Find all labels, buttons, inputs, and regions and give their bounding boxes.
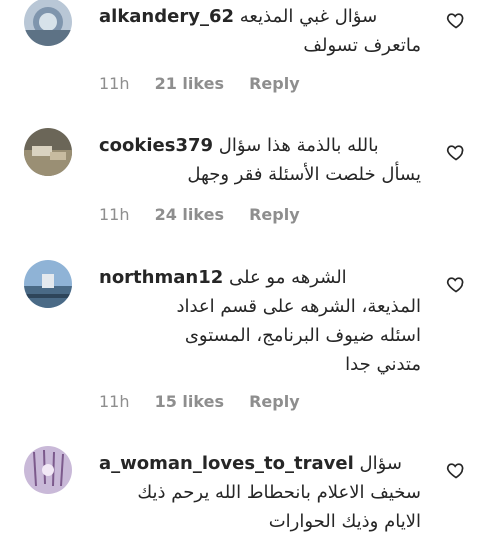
timestamp: 11h [99,392,130,411]
heart-outline-icon[interactable] [446,460,466,480]
heart-outline-icon[interactable] [446,274,466,294]
likes-count[interactable]: 15 likes [155,392,224,411]
avatar[interactable] [24,446,72,494]
comment-text: سؤال [359,453,402,474]
comment-meta: 11h 21 likes Reply [99,74,320,93]
username-link[interactable]: cookies379 [99,135,213,156]
timestamp: 11h [99,74,130,93]
comment-text-continued: ماتعرف تسولف [303,35,421,56]
heart-outline-icon[interactable] [446,10,466,30]
username-link[interactable]: alkandery_62 [99,6,234,27]
username-link[interactable]: a_woman_loves_to_travel [99,453,354,474]
likes-count[interactable]: 21 likes [155,74,224,93]
reply-button[interactable]: Reply [249,392,300,411]
comment-text-continued: المذيعة، الشرهه على قسم اعداد اسئله ضيوف… [176,296,421,375]
comment-first-line: cookies379 بالله بالذمة هذا سؤال [99,131,421,160]
comment-first-line: northman12 الشرهه مو على [99,263,421,292]
comment-first-line: alkandery_62 سؤال غبي المذيعه [99,2,421,31]
comment-text-continued: يسأل خلصت الأسئلة فقر وجهل [187,164,421,185]
timestamp: 11h [99,205,130,224]
username-link[interactable]: northman12 [99,267,223,288]
comment-text: الشرهه مو على [228,267,347,288]
comment-meta: 11h 15 likes Reply [99,392,320,411]
avatar[interactable] [24,260,72,308]
comment-meta: 11h 24 likes Reply [99,205,320,224]
comment-first-line: a_woman_loves_to_travel سؤال [99,449,421,478]
comment-text: سؤال غبي المذيعه [239,6,378,27]
avatar[interactable] [24,0,72,46]
avatar[interactable] [24,128,72,176]
reply-button[interactable]: Reply [249,74,300,93]
likes-count[interactable]: 24 likes [155,205,224,224]
reply-button[interactable]: Reply [249,205,300,224]
heart-outline-icon[interactable] [446,142,466,162]
comment-text-continued: سخيف الاعلام بانحطاط الله يرحم ذيك الايا… [137,482,421,532]
comment-text: بالله بالذمة هذا سؤال [218,135,379,156]
